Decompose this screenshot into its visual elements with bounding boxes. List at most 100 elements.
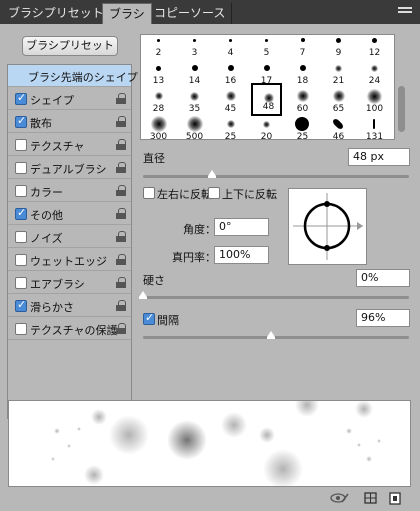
size-field[interactable]: 48 px xyxy=(348,148,410,166)
brush-option-item[interactable]: ノイズ xyxy=(8,226,131,248)
brush-option-item[interactable]: デュアルブラシ xyxy=(8,157,131,179)
brush-option-item[interactable]: 散布 xyxy=(8,111,131,133)
brush-option-item[interactable]: シェイプ xyxy=(8,88,131,110)
brush-option-item[interactable]: ウェットエッジ xyxy=(8,249,131,271)
brush-tip-dot xyxy=(336,37,341,43)
lock-icon[interactable] xyxy=(116,116,126,127)
brush-size-label: 500 xyxy=(185,132,204,140)
grid-icon[interactable] xyxy=(364,492,377,504)
option-label: ブラシ先端のシェイプ xyxy=(28,71,138,84)
option-checkbox[interactable] xyxy=(15,298,27,312)
flip-y-label: 上下に反転 xyxy=(222,188,277,201)
spacing-checkbox[interactable] xyxy=(143,311,155,325)
spacing-field[interactable]: 96% xyxy=(356,309,410,327)
brush-tip-dot xyxy=(263,65,270,71)
brush-tip-grid[interactable]: 2 3 4 5 7 9 12 13 14 16 17 18 21 24 28 35 45 48 60 65 100 300… xyxy=(140,34,395,140)
brush-tip-dot xyxy=(265,38,268,42)
brush-option-item[interactable]: カラー xyxy=(8,180,131,202)
brush-tip-dot xyxy=(227,65,234,71)
roundness-field[interactable]: 100% xyxy=(214,246,269,264)
brush-tip-cell[interactable]: 131 xyxy=(359,111,390,140)
brush-size-label: 131 xyxy=(365,132,384,140)
angle-label: 角度： xyxy=(183,223,216,236)
lock-icon[interactable] xyxy=(116,300,126,311)
option-checkbox[interactable] xyxy=(15,185,27,197)
lock-icon[interactable] xyxy=(116,208,126,219)
angle-roundness-widget[interactable] xyxy=(288,188,367,265)
brush-tip-cell[interactable]: 20 xyxy=(251,111,282,140)
option-checkbox[interactable] xyxy=(15,254,27,266)
option-checkbox[interactable] xyxy=(15,162,27,174)
brush-option-item[interactable]: テクスチャの保護 xyxy=(8,318,131,340)
lock-icon[interactable] xyxy=(116,323,126,334)
brush-option-item[interactable]: エアブラシ xyxy=(8,272,131,294)
brush-option-item[interactable]: 滑らかさ xyxy=(8,295,131,317)
brush-size-label: 25 xyxy=(224,132,237,140)
brush-tip-dot xyxy=(186,116,203,132)
panel-menu-icon[interactable] xyxy=(398,7,412,17)
lock-icon[interactable] xyxy=(116,93,126,104)
hardness-field[interactable]: 0% xyxy=(356,269,410,287)
option-checkbox[interactable] xyxy=(15,277,27,289)
spacing-slider-knob[interactable] xyxy=(266,331,275,339)
tab-bar: ブラシプリセット ブラシ コピーソース xyxy=(0,0,420,24)
option-checkbox[interactable] xyxy=(15,114,27,128)
brush-tip-cell[interactable]: 25 xyxy=(287,111,318,139)
brush-option-item[interactable]: ブラシ先端のシェイプ xyxy=(8,65,138,87)
brush-tip-dot xyxy=(263,120,270,128)
brush-tip-cell[interactable]: 300 xyxy=(143,111,174,139)
brush-panel: ブラシプリセット ブラシ先端のシェイプシェイプ散布テクスチャデュアルブラシカラー… xyxy=(0,24,420,511)
flip-x-checkbox[interactable] xyxy=(143,187,155,199)
option-checkbox[interactable] xyxy=(15,231,27,243)
lock-icon[interactable] xyxy=(116,162,126,173)
roundness-label: 真円率： xyxy=(172,251,216,264)
option-checkbox[interactable] xyxy=(15,323,27,335)
option-label: テクスチャの保護 xyxy=(30,324,118,337)
brush-option-item[interactable]: テクスチャ xyxy=(8,134,131,156)
size-slider-knob[interactable] xyxy=(208,170,217,178)
brush-tip-dot xyxy=(300,38,305,42)
lock-icon[interactable] xyxy=(116,277,126,288)
tab-clone-source[interactable]: コピーソース xyxy=(148,3,233,24)
scroll-thumb[interactable] xyxy=(398,86,405,132)
lock-icon[interactable] xyxy=(116,254,126,265)
brush-tip-dot xyxy=(367,88,382,104)
tab-brush[interactable]: ブラシ xyxy=(102,3,152,24)
option-checkbox[interactable] xyxy=(15,139,27,151)
brush-tip-dot xyxy=(332,90,345,102)
option-label: 散布 xyxy=(30,117,52,130)
option-label: カラー xyxy=(30,186,63,199)
brush-presets-button[interactable]: ブラシプリセット xyxy=(22,36,118,56)
brush-tip-cell[interactable]: 25 xyxy=(215,111,246,140)
spacing-label: 間隔 xyxy=(157,314,179,327)
brush-tip-cell[interactable]: 500 xyxy=(179,111,210,140)
option-checkbox[interactable] xyxy=(15,206,27,220)
stroke-preview xyxy=(8,400,411,487)
brush-tip-dot xyxy=(373,119,375,129)
hardness-slider[interactable] xyxy=(143,296,409,299)
size-label: 直径 xyxy=(143,152,165,165)
brush-option-item[interactable]: その他 xyxy=(8,203,131,225)
brush-tip-dot xyxy=(331,117,345,131)
brush-tip-dot xyxy=(372,37,377,43)
brush-tip-dot xyxy=(156,65,161,71)
tab-brush-presets[interactable]: ブラシプリセット xyxy=(2,3,111,24)
spacing-slider[interactable] xyxy=(143,336,409,339)
flip-y-checkbox[interactable] xyxy=(208,187,220,199)
lock-icon[interactable] xyxy=(116,231,126,242)
option-label: デュアルブラシ xyxy=(30,163,107,176)
brush-tip-dot xyxy=(296,90,309,102)
option-label: エアブラシ xyxy=(30,278,85,291)
angle-field[interactable]: 0° xyxy=(214,218,269,236)
lock-icon[interactable] xyxy=(116,185,126,196)
option-checkbox[interactable] xyxy=(15,91,27,105)
size-slider[interactable] xyxy=(143,175,409,178)
brush-size-label: 20 xyxy=(260,132,273,140)
hardness-slider-knob[interactable] xyxy=(139,291,147,299)
grid-scrollbar[interactable] xyxy=(397,34,406,140)
eye-brush-icon[interactable] xyxy=(330,493,349,503)
brush-tip-cell[interactable]: 46 xyxy=(323,111,354,139)
lock-icon[interactable] xyxy=(116,139,126,150)
new-preset-icon[interactable] xyxy=(389,492,401,505)
stroke-preview-graphic xyxy=(51,401,381,486)
